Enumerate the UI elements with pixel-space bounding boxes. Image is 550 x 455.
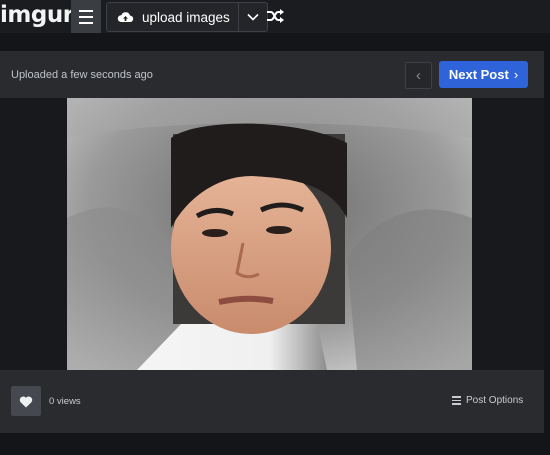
post-header: Uploaded a few seconds ago ‹ Next Post › [0, 51, 544, 98]
post-options-button[interactable]: Post Options [452, 395, 523, 406]
main-menu-button[interactable] [71, 0, 101, 33]
shuffle-icon [267, 9, 284, 23]
favorite-button[interactable] [11, 386, 41, 416]
upload-time: Uploaded a few seconds ago [11, 69, 153, 81]
upload-options-dropdown[interactable] [239, 3, 267, 31]
post-image[interactable] [67, 98, 472, 370]
next-post-label: Next Post [448, 67, 509, 82]
view-count: 0 views [49, 396, 81, 407]
post-footer: 0 views Post Options [0, 370, 544, 433]
top-nav-bar: imgur upload images [0, 0, 550, 33]
chevron-right-icon: › [513, 67, 519, 82]
list-icon [452, 395, 461, 406]
post-image-area [0, 98, 544, 370]
heart-icon [19, 396, 33, 407]
imgur-logo[interactable]: imgur [0, 2, 74, 28]
next-post-button[interactable]: Next Post › [439, 61, 528, 88]
cloud-upload-icon [117, 12, 134, 22]
previous-post-button[interactable]: ‹ [405, 62, 432, 89]
post-options-label: Post Options [466, 395, 524, 406]
upload-images-label: upload images [142, 9, 230, 25]
upload-images-button[interactable]: upload images [107, 3, 239, 31]
upload-group: upload images [106, 2, 268, 32]
random-post-button[interactable] [264, 6, 286, 26]
chevron-left-icon: ‹ [416, 67, 421, 84]
hamburger-menu-icon [79, 8, 93, 26]
chevron-down-icon [247, 13, 259, 21]
